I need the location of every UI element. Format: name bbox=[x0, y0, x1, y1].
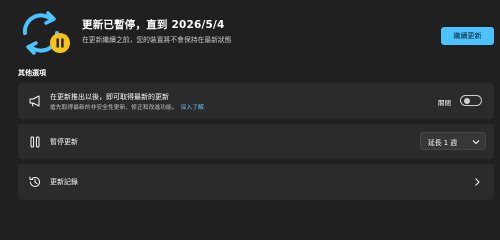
chevron-right-icon bbox=[475, 178, 480, 186]
toggle-knob bbox=[464, 98, 470, 104]
update-history-card[interactable]: 更新記錄 bbox=[18, 164, 494, 200]
chevron-down-icon bbox=[472, 140, 480, 145]
pause-duration-dropdown[interactable]: 延長 1 週 bbox=[420, 132, 486, 150]
latest-updates-title: 在更新推出以後，即可取得最新的更新 bbox=[50, 93, 169, 101]
resume-updates-button[interactable]: 繼續更新 bbox=[441, 27, 494, 45]
megaphone-icon bbox=[29, 95, 40, 107]
pause-duration-value: 延長 1 週 bbox=[428, 139, 458, 147]
history-icon bbox=[29, 176, 40, 187]
pause-updates-title: 暫停更新 bbox=[50, 138, 78, 146]
more-options-heading: 其他選項 bbox=[18, 69, 46, 77]
windows-update-page: 更新已暫停，直到 2026/5/4 在更新繼續之前，您的裝置將不會保持在最新狀態… bbox=[0, 0, 500, 202]
update-status-subtitle: 在更新繼續之前，您的裝置將不會保持在最新狀態 bbox=[82, 36, 232, 44]
latest-updates-card[interactable]: 在更新推出以後，即可取得最新的更新 搶先取得最新的非安全性更新、修正和改進功能。… bbox=[18, 83, 494, 119]
update-history-title: 更新記錄 bbox=[50, 178, 78, 186]
toggle-state-label: 關閉 bbox=[438, 99, 451, 107]
update-status-title: 更新已暫停，直到 2026/5/4 bbox=[82, 19, 225, 31]
update-paused-icon bbox=[22, 11, 70, 55]
latest-updates-description: 搶先取得最新的非安全性更新、修正和改進功能。 深入了解 bbox=[50, 102, 204, 111]
latest-updates-description-text: 搶先取得最新的非安全性更新、修正和改進功能。 bbox=[50, 105, 178, 111]
learn-more-link[interactable]: 深入了解 bbox=[181, 105, 204, 111]
latest-updates-toggle[interactable] bbox=[460, 95, 482, 106]
pause-updates-card: 暫停更新 延長 1 週 bbox=[18, 124, 494, 159]
pause-icon bbox=[30, 136, 40, 148]
